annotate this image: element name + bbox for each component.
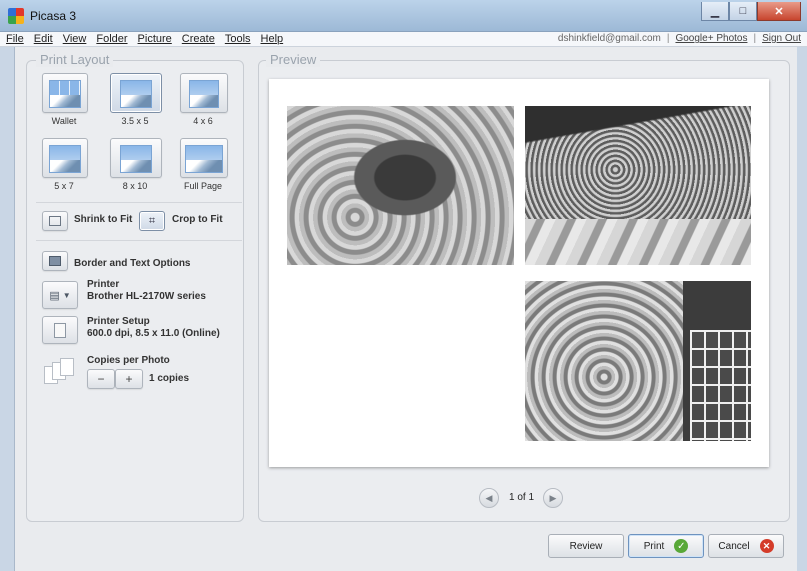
- copies-icon: [44, 358, 74, 386]
- menu-view[interactable]: View: [63, 33, 87, 45]
- full-page-label: Full Page: [183, 181, 223, 191]
- page-indicator: 1 of 1: [509, 492, 535, 503]
- minimize-button[interactable]: ▁: [701, 2, 729, 21]
- window-frame-left: [0, 47, 15, 571]
- printer-icon: ▤: [49, 289, 60, 302]
- account-email: dshinkfield@gmail.com: [557, 33, 661, 44]
- checkmark-icon: ✓: [674, 539, 689, 553]
- google-photos-link[interactable]: Google+ Photos: [675, 33, 747, 44]
- title-bar: Picasa 3 ▁ □ ✕: [0, 0, 807, 32]
- preview-photo-greenhouse-windows: [690, 330, 751, 441]
- chevron-right-icon: ▶: [549, 492, 557, 503]
- divider: [36, 240, 242, 241]
- menu-create[interactable]: Create: [182, 33, 215, 45]
- maximize-icon: □: [739, 5, 747, 17]
- window-controls: ▁ □ ✕: [701, 2, 801, 22]
- 3-5x5-label: 3.5 x 5: [121, 116, 149, 126]
- account-separator: |: [753, 33, 757, 44]
- close-button[interactable]: ✕: [757, 2, 801, 21]
- window-title: Picasa 3: [30, 9, 77, 23]
- previous-page-button[interactable]: ◀: [479, 488, 499, 508]
- review-button[interactable]: Review: [548, 534, 624, 558]
- menu-help[interactable]: Help: [261, 33, 284, 45]
- layout-3-5x5-button[interactable]: [110, 73, 162, 113]
- menu-file[interactable]: File: [6, 33, 24, 45]
- minus-icon: −: [97, 372, 105, 386]
- menu-picture[interactable]: Picture: [138, 33, 172, 45]
- menu-tools[interactable]: Tools: [225, 33, 251, 45]
- account-separator: |: [666, 33, 670, 44]
- account-area: dshinkfield@gmail.com | Google+ Photos | Sig…: [558, 33, 801, 44]
- printer-setup-button[interactable]: [42, 316, 78, 344]
- printer-name: Brother HL-2170W series: [87, 291, 206, 302]
- cancel-label: Cancel: [718, 540, 750, 552]
- printer-select-button[interactable]: ▤ ▼: [42, 281, 78, 309]
- menu-bar: File Edit View Folder Picture Create Too…: [0, 32, 807, 47]
- divider: [36, 202, 242, 203]
- preview-photo-pinecones-leaves: [525, 219, 751, 265]
- copies-value: 1 copies: [149, 373, 190, 384]
- full-page-layout-icon: [185, 145, 223, 173]
- crop-to-fit-button[interactable]: ⌗: [139, 211, 165, 231]
- border-text-options-label[interactable]: Border and Text Options: [74, 258, 191, 270]
- layout-5x7-button[interactable]: [42, 138, 88, 178]
- document-icon: [54, 322, 66, 338]
- 4x6-layout-icon: [189, 80, 219, 108]
- layout-wallet-button[interactable]: [42, 73, 88, 113]
- printer-setup-title: Printer Setup: [87, 316, 150, 327]
- print-layout-legend: Print Layout: [36, 52, 114, 67]
- copies-increment-button[interactable]: +: [115, 369, 143, 389]
- shrink-to-fit-button[interactable]: [42, 211, 68, 231]
- chevron-left-icon: ◀: [485, 492, 493, 503]
- printer-setup-info: Printer Setup 600.0 dpi, 8.5 x 11.0 (Onl…: [87, 316, 220, 340]
- 3-5x5-layout-icon: [120, 80, 152, 108]
- border-text-icon: [49, 256, 61, 266]
- crop-icon: ⌗: [148, 214, 156, 227]
- printer-info: Printer Brother HL-2170W series: [87, 279, 206, 303]
- preview-photo-flower: [287, 106, 514, 265]
- print-button[interactable]: Print ✓: [628, 534, 704, 558]
- 5x7-label: 5 x 7: [54, 181, 74, 191]
- picasa-app-icon: [8, 8, 24, 24]
- border-text-options-button[interactable]: [42, 251, 68, 271]
- cancel-button[interactable]: Cancel ✕: [708, 534, 784, 558]
- preview-legend: Preview: [266, 52, 321, 67]
- copies-decrement-button[interactable]: −: [87, 369, 115, 389]
- review-label: Review: [569, 540, 603, 552]
- wallet-label: Wallet: [51, 116, 77, 126]
- maximize-button[interactable]: □: [729, 2, 757, 21]
- menu-folder[interactable]: Folder: [96, 33, 127, 45]
- shrink-to-fit-icon: [49, 216, 61, 226]
- shrink-to-fit-label: Shrink to Fit: [74, 214, 133, 225]
- menu-edit[interactable]: Edit: [34, 33, 53, 45]
- minimize-icon: ▁: [710, 5, 720, 18]
- layout-full-page-button[interactable]: [180, 138, 228, 178]
- close-icon: ✕: [774, 5, 784, 18]
- menu-items: File Edit View Folder Picture Create Too…: [6, 33, 283, 45]
- cancel-icon: ✕: [759, 539, 774, 553]
- 4x6-label: 4 x 6: [193, 116, 213, 126]
- 5x7-layout-icon: [49, 145, 81, 173]
- printer-setup-detail: 600.0 dpi, 8.5 x 11.0 (Online): [87, 328, 220, 339]
- layout-4x6-button[interactable]: [180, 73, 228, 113]
- next-page-button[interactable]: ▶: [543, 488, 563, 508]
- chevron-down-icon: ▼: [62, 290, 71, 300]
- window-frame-right: [796, 47, 807, 571]
- copies-title: Copies per Photo: [87, 355, 170, 366]
- plus-icon: +: [125, 372, 133, 386]
- layout-8x10-button[interactable]: [110, 138, 162, 178]
- 8x10-layout-icon: [120, 145, 152, 173]
- crop-to-fit-label: Crop to Fit: [172, 214, 223, 225]
- sign-out-link[interactable]: Sign Out: [762, 33, 801, 44]
- wallet-layout-icon: [49, 80, 81, 108]
- 8x10-label: 8 x 10: [122, 181, 148, 191]
- print-label: Print: [643, 540, 665, 552]
- printer-title: Printer: [87, 279, 120, 290]
